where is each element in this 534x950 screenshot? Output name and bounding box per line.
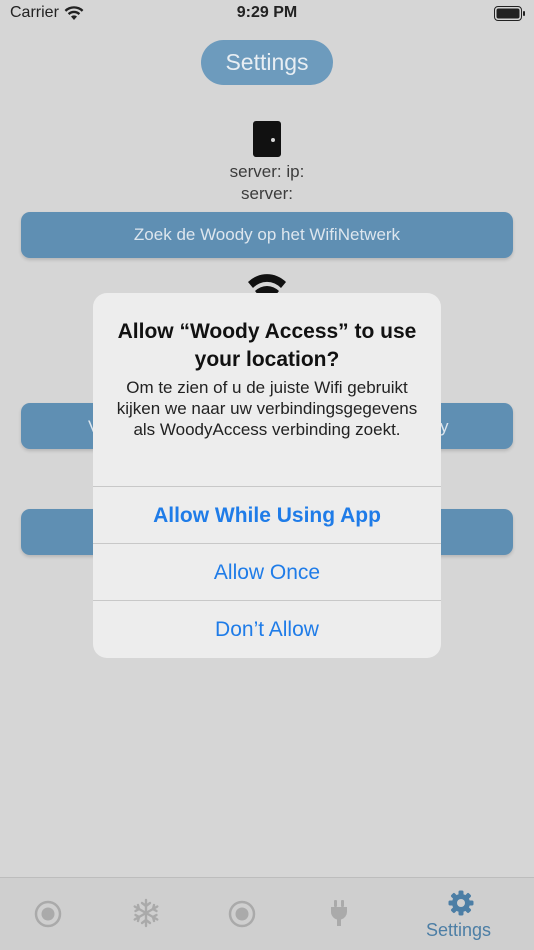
- snowflake-icon: [133, 898, 159, 928]
- record-icon-2: [228, 900, 256, 928]
- tab-settings-label: Settings: [426, 920, 492, 940]
- battery-icon: [494, 6, 525, 21]
- allow-once-button[interactable]: Allow Once: [93, 543, 441, 600]
- location-permission-alert: Allow “Woody Access” to use your locatio…: [93, 293, 441, 658]
- second-button-label-right: y: [440, 417, 449, 436]
- plug-icon: [331, 900, 347, 926]
- tab-settings[interactable]: Settings: [420, 878, 510, 950]
- record-icon: [34, 900, 62, 928]
- status-bar: Carrier 9:29 PM: [0, 0, 534, 28]
- tab-power[interactable]: [328, 878, 352, 950]
- tab-status[interactable]: [34, 878, 64, 950]
- search-woody-button[interactable]: Zoek de Woody op het WifiNetwerk: [21, 212, 513, 258]
- settings-title-button[interactable]: Settings: [201, 40, 333, 85]
- allow-while-using-button[interactable]: Allow While Using App: [93, 486, 441, 543]
- server-label: server:: [241, 184, 293, 203]
- tab-record[interactable]: [228, 878, 258, 950]
- door-icon: [253, 121, 281, 157]
- dont-allow-button[interactable]: Don’t Allow: [93, 600, 441, 657]
- status-time: 9:29 PM: [236, 4, 298, 21]
- server-ip-label: server: ip:: [229, 162, 305, 181]
- alert-message: Om te zien of u de juiste Wifi gebruikt …: [116, 378, 418, 439]
- tab-bar: Settings: [0, 877, 534, 950]
- tab-cooling[interactable]: [131, 878, 161, 950]
- gear-icon: [448, 890, 474, 916]
- alert-title: Allow “Woody Access” to use your locatio…: [117, 320, 417, 371]
